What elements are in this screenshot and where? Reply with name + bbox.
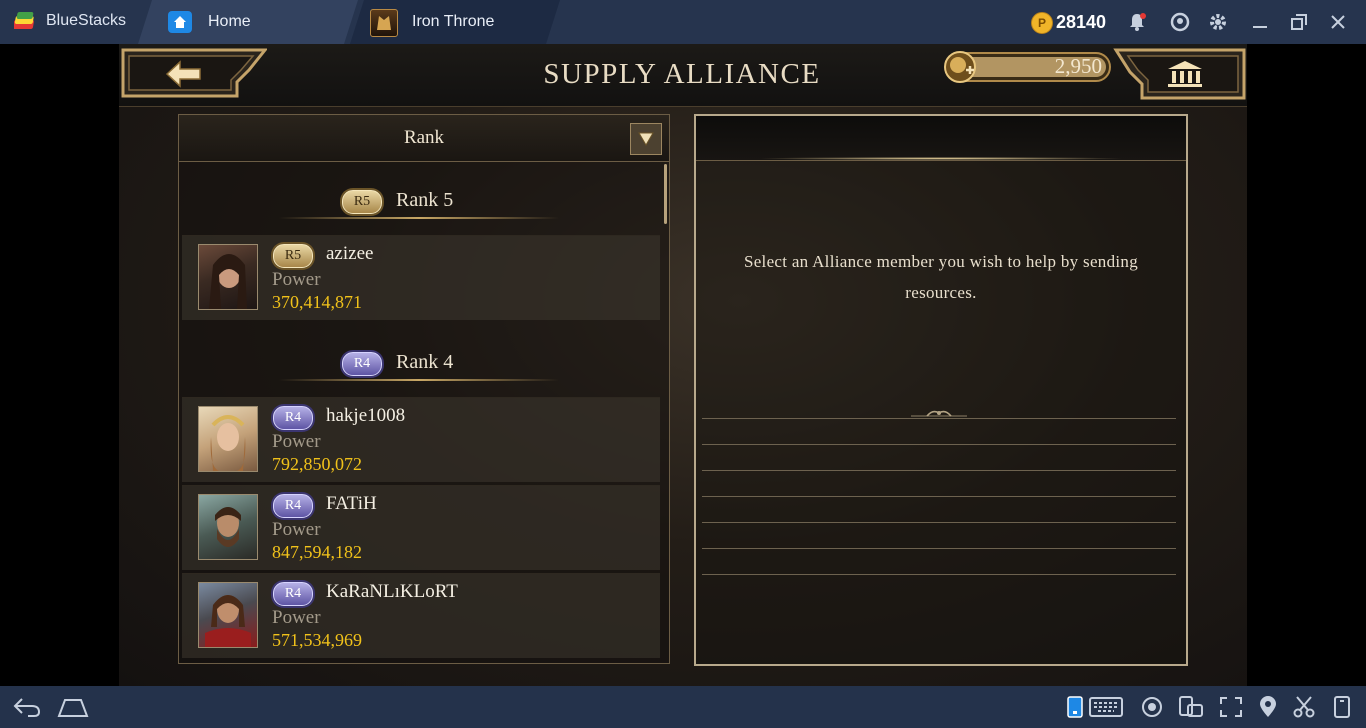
phone-icon[interactable] [1066, 695, 1084, 719]
member-row[interactable]: R4 hakje1008 Power 792,850,072 [182, 397, 660, 482]
back-button[interactable] [121, 48, 269, 98]
scissors-icon[interactable] [1292, 695, 1316, 719]
power-value: 847,594,182 [272, 542, 362, 562]
power-value: 792,850,072 [272, 454, 362, 474]
divider-ornament-icon [911, 410, 967, 417]
notification-bell-icon[interactable] [1127, 12, 1147, 32]
rank-badge-icon: R4 [342, 352, 382, 376]
tab-iron-throne[interactable]: Iron Throne [350, 0, 560, 44]
home-icon [168, 11, 192, 33]
home-nav-icon[interactable] [56, 695, 90, 719]
divider [702, 522, 1176, 523]
app-name: BlueStacks [46, 12, 127, 29]
member-name: KaRaNLıKLoRT [326, 581, 458, 602]
alliance-bank-button[interactable] [1112, 48, 1246, 100]
power-value: 571,534,969 [272, 630, 362, 650]
fullscreen-icon[interactable] [1218, 695, 1244, 719]
emulator-navbar [0, 686, 1366, 728]
coin-balance[interactable]: 28140 [1056, 12, 1106, 33]
member-row[interactable]: R4 FATiH Power 847,594,182 [182, 485, 660, 570]
back-nav-icon[interactable] [12, 695, 42, 719]
detail-panel-header [696, 116, 1186, 161]
viewport-right-edge [1359, 44, 1366, 686]
screen-rotate-icon[interactable] [1178, 695, 1204, 719]
rank-group-header-r4: R4 Rank 4 [179, 344, 659, 384]
close-icon[interactable] [1328, 12, 1348, 32]
rank-badge-icon: R5 [342, 190, 382, 214]
restore-window-icon[interactable] [1289, 12, 1309, 32]
account-icon[interactable] [1170, 12, 1190, 32]
rank-badge-icon: R5 [273, 244, 313, 268]
dropdown-toggle-button[interactable] [630, 123, 662, 155]
coin-icon: P [1031, 12, 1053, 34]
location-pin-icon[interactable] [1257, 695, 1279, 719]
member-row[interactable]: R4 KaRaNLıKLoRT Power 571,534,969 [182, 573, 660, 658]
scrollbar[interactable] [664, 164, 667, 224]
rank-badge-icon: R4 [273, 494, 313, 518]
bluestacks-logo-icon [12, 10, 38, 32]
divider [702, 444, 1176, 445]
divider [702, 470, 1176, 471]
divider [702, 418, 1176, 419]
divider [702, 496, 1176, 497]
select-member-message: Select an Alliance member you wish to he… [743, 252, 1139, 302]
chevron-down-icon [638, 132, 654, 146]
keyboard-icon[interactable] [1089, 695, 1123, 719]
tab-home-label: Home [208, 13, 251, 30]
member-name: hakje1008 [326, 405, 406, 426]
bank-icon [1168, 61, 1202, 87]
power-label: Power [272, 431, 321, 452]
avatar [198, 582, 258, 648]
member-name: FATiH [326, 493, 377, 514]
member-list-panel: Rank R5 Rank 5 R5 azizee Power 370,414,8… [178, 114, 670, 664]
device-toggle-icon[interactable] [1332, 695, 1352, 719]
power-label: Power [272, 519, 321, 540]
member-name: azizee [326, 243, 374, 264]
back-arrow-icon [165, 60, 201, 88]
divider [702, 548, 1176, 549]
page-title: SUPPLY ALLIANCE [543, 58, 821, 90]
rank-badge-icon: R4 [273, 406, 313, 430]
viewport-left-edge [0, 44, 7, 686]
avatar [198, 244, 258, 310]
power-label: Power [272, 269, 321, 290]
emulator-titlebar: BlueStacks Home Iron Throne P 28140 [0, 0, 1366, 44]
tab-iron-throne-label: Iron Throne [412, 13, 495, 30]
divider [702, 574, 1176, 575]
tab-home[interactable]: Home [138, 0, 358, 44]
rank-group-title: Rank 4 [396, 351, 454, 373]
avatar [198, 494, 258, 560]
game-viewport: SUPPLY ALLIANCE 2,950 Rank R5 Rank 5 R5 … [7, 44, 1359, 686]
power-label: Power [272, 607, 321, 628]
settings-gear-icon[interactable] [1208, 12, 1228, 32]
rank-badge-icon: R4 [273, 582, 313, 606]
rank-group-title: Rank 5 [396, 189, 454, 211]
rank-group-header-r5: R5 Rank 5 [179, 182, 659, 222]
minimize-icon[interactable] [1250, 12, 1270, 32]
member-list[interactable]: R5 Rank 5 R5 azizee Power 370,414,871 R4… [179, 162, 669, 663]
rank-filter-dropdown[interactable]: Rank [179, 115, 669, 162]
avatar [198, 406, 258, 472]
rank-filter-selected: Rank [403, 127, 445, 148]
member-row[interactable]: R5 azizee Power 370,414,871 [182, 235, 660, 320]
power-value: 370,414,871 [272, 292, 362, 312]
member-detail-panel: Select an Alliance member you wish to he… [694, 114, 1188, 666]
eye-view-icon[interactable] [1140, 695, 1164, 719]
alliance-currency-value: 2,950 [1054, 54, 1102, 78]
iron-throne-app-icon [370, 9, 398, 37]
